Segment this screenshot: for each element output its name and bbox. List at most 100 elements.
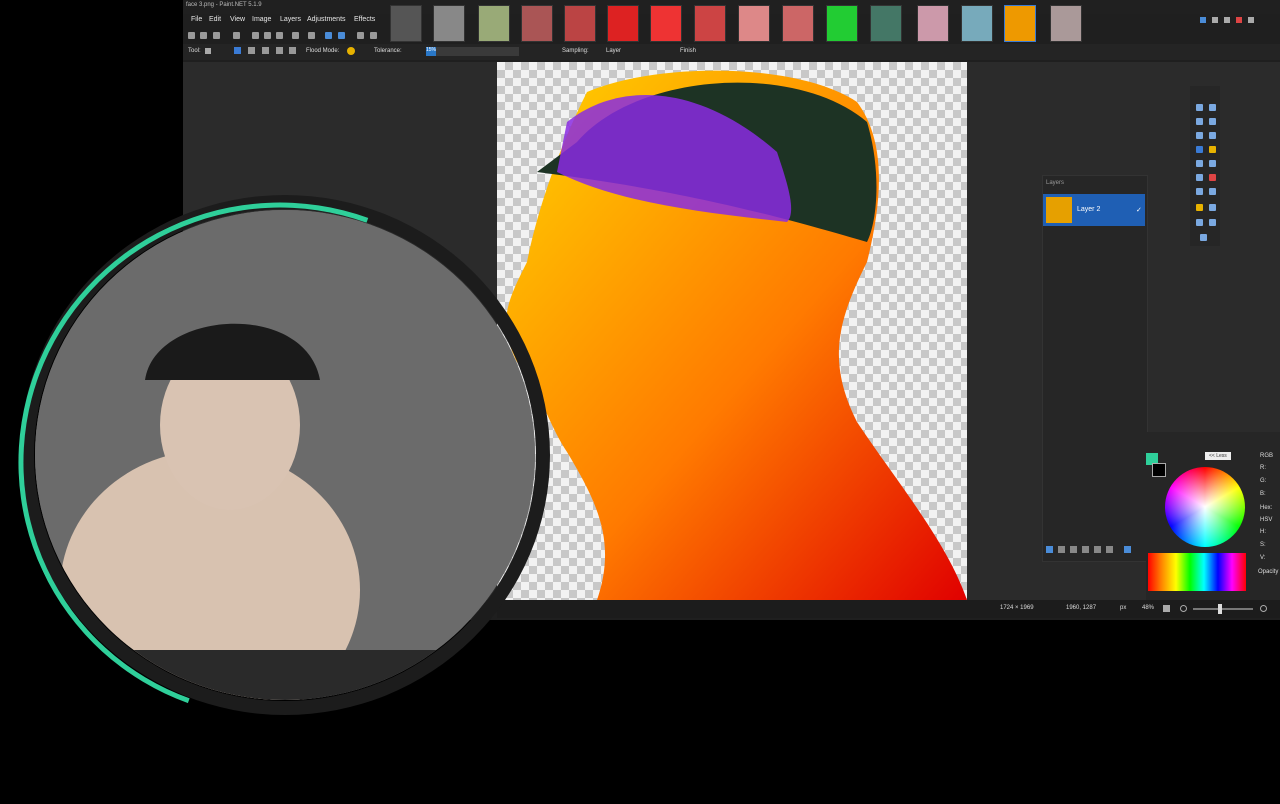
- selection-mode-icon[interactable]: [289, 47, 296, 54]
- palette-icon[interactable]: [1236, 17, 1242, 23]
- sampling-dropdown[interactable]: Layer: [606, 48, 621, 54]
- save-icon[interactable]: [213, 32, 220, 39]
- image-tab-thumbnail[interactable]: [390, 5, 422, 42]
- text-icon[interactable]: [1196, 219, 1203, 226]
- paint-bucket-icon[interactable]: [1196, 160, 1203, 167]
- image-tab-thumbnail[interactable]: [564, 5, 596, 42]
- delete-layer-icon[interactable]: [1058, 546, 1065, 553]
- zoom-level[interactable]: 48%: [1142, 605, 1154, 611]
- menu-effects[interactable]: Effects: [354, 16, 375, 23]
- open-icon[interactable]: [200, 32, 207, 39]
- zoom-out-icon[interactable]: [1180, 605, 1187, 612]
- fit-window-icon[interactable]: [1163, 605, 1170, 612]
- selection-mode-replace-icon[interactable]: [234, 47, 241, 54]
- window-icon[interactable]: [1212, 17, 1218, 23]
- menu-file[interactable]: File: [191, 16, 202, 23]
- image-tab-thumbnail[interactable]: [607, 5, 639, 42]
- color-mode-label: RGB: [1260, 453, 1274, 459]
- deselect-icon[interactable]: [308, 32, 315, 39]
- pan-icon[interactable]: [1209, 146, 1216, 153]
- tolerance-slider[interactable]: [426, 47, 519, 56]
- shapes-icon[interactable]: [1200, 234, 1207, 241]
- menu-adjustments[interactable]: Adjustments: [307, 16, 346, 23]
- lasso-icon[interactable]: [1196, 118, 1203, 125]
- menu-layers[interactable]: Layers: [280, 16, 301, 23]
- finish-button[interactable]: Finish: [680, 48, 696, 54]
- image-tab-thumbnail[interactable]: [961, 5, 993, 42]
- menu-edit[interactable]: Edit: [209, 16, 221, 23]
- pencil-icon[interactable]: [1196, 188, 1203, 195]
- image-tab-thumbnail[interactable]: [826, 5, 858, 42]
- color-picker-icon[interactable]: [1209, 188, 1216, 195]
- help-icon[interactable]: [1248, 17, 1254, 23]
- tolerance-label: Tolerance:: [374, 48, 402, 54]
- secondary-color-swatch[interactable]: [1152, 463, 1166, 477]
- merge-layer-icon[interactable]: [1082, 546, 1089, 553]
- move-layer-down-icon[interactable]: [1106, 546, 1113, 553]
- image-tab-thumbnail[interactable]: [1050, 5, 1082, 42]
- ruler-icon[interactable]: [370, 32, 377, 39]
- magic-wand-tool-icon[interactable]: [1196, 146, 1203, 153]
- layer-visible-checkbox[interactable]: ✓: [1136, 206, 1142, 214]
- image-tab-thumbnail[interactable]: [782, 5, 814, 42]
- ellipse-select-icon[interactable]: [1196, 132, 1203, 139]
- hsv-label: HSV: [1260, 517, 1273, 523]
- layer-thumbnail: [1046, 197, 1072, 223]
- paste-icon[interactable]: [276, 32, 283, 39]
- move-layer-up-icon[interactable]: [1094, 546, 1101, 553]
- add-layer-icon[interactable]: [1046, 546, 1053, 553]
- image-tab-thumbnail[interactable]: [870, 5, 902, 42]
- selection-mode-icon[interactable]: [262, 47, 269, 54]
- less-button[interactable]: << Less: [1205, 452, 1231, 460]
- cursor-position: 1960, 1287: [1066, 605, 1097, 611]
- magic-wand-icon[interactable]: [205, 48, 211, 54]
- image-tab-thumbnail[interactable]: [650, 5, 682, 42]
- selection-mode-icon[interactable]: [276, 47, 283, 54]
- image-size: 1724 × 1969: [1000, 605, 1034, 611]
- image-tab-thumbnail[interactable]: [478, 5, 510, 42]
- redo-icon[interactable]: [338, 32, 345, 39]
- zoom-slider[interactable]: [1193, 608, 1253, 610]
- menu-view[interactable]: View: [230, 16, 245, 23]
- crop-icon[interactable]: [292, 32, 299, 39]
- layer-properties-icon[interactable]: [1124, 546, 1131, 553]
- duplicate-layer-icon[interactable]: [1070, 546, 1077, 553]
- line-icon[interactable]: [1209, 219, 1216, 226]
- unit-selector[interactable]: px: [1120, 605, 1126, 611]
- green-label: G:: [1260, 478, 1267, 484]
- copy-icon[interactable]: [264, 32, 271, 39]
- recolor-icon[interactable]: [1209, 204, 1216, 211]
- image-tab-active[interactable]: [1004, 5, 1036, 42]
- flood-mode-icon[interactable]: [347, 47, 355, 55]
- rectangle-select-icon[interactable]: [1196, 104, 1203, 111]
- undo-icon[interactable]: [325, 32, 332, 39]
- image-tab-thumbnail[interactable]: [738, 5, 770, 42]
- grid-icon[interactable]: [357, 32, 364, 39]
- cut-icon[interactable]: [252, 32, 259, 39]
- clone-stamp-icon[interactable]: [1196, 204, 1203, 211]
- color-palette[interactable]: [1148, 553, 1246, 591]
- menu-image[interactable]: Image: [252, 16, 271, 23]
- window-title: face 3.png - Paint.NET 5.1.9: [186, 2, 262, 8]
- image-tab-thumbnail[interactable]: [521, 5, 553, 42]
- image-tab-thumbnail[interactable]: [694, 5, 726, 42]
- window-icon[interactable]: [1224, 17, 1230, 23]
- layers-panel: [1042, 175, 1148, 562]
- image-tab-thumbnail[interactable]: [433, 5, 465, 42]
- selection-mode-icon[interactable]: [248, 47, 255, 54]
- edited-image: [506, 70, 967, 601]
- zoom-in-icon[interactable]: [1260, 605, 1267, 612]
- brush-icon[interactable]: [1196, 174, 1203, 181]
- image-tab-thumbnail[interactable]: [917, 5, 949, 42]
- move-icon[interactable]: [1209, 104, 1216, 111]
- print-icon[interactable]: [233, 32, 240, 39]
- move-selection-icon[interactable]: [1209, 118, 1216, 125]
- new-icon[interactable]: [188, 32, 195, 39]
- zoom-icon[interactable]: [1209, 132, 1216, 139]
- gradient-icon[interactable]: [1209, 160, 1216, 167]
- image-canvas[interactable]: [497, 62, 967, 601]
- settings-icon[interactable]: [1200, 17, 1206, 23]
- eraser-icon[interactable]: [1209, 174, 1216, 181]
- layer-name: Layer 2: [1077, 206, 1101, 213]
- zoom-slider-handle[interactable]: [1218, 604, 1222, 614]
